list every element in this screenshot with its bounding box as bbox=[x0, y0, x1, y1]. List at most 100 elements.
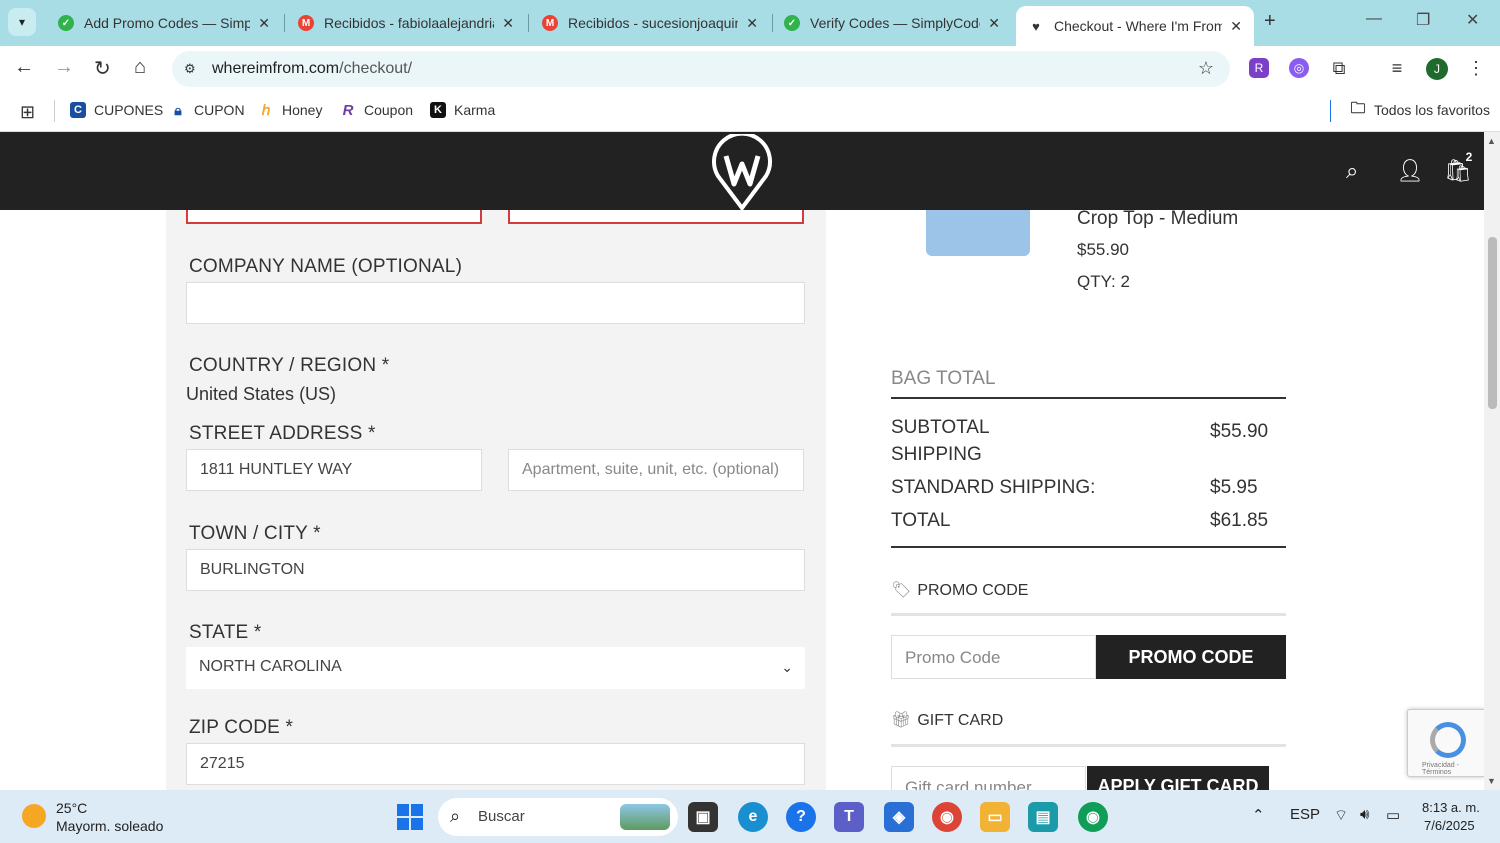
apply-promo-button[interactable]: PROMO CODE bbox=[1096, 635, 1286, 679]
url-domain: whereimfrom.com bbox=[212, 60, 340, 77]
volume-icon[interactable]: 🔊︎ bbox=[1360, 806, 1369, 823]
bookmark-label: Honey bbox=[282, 102, 323, 118]
scrollbar-thumb[interactable] bbox=[1488, 237, 1497, 409]
language-indicator[interactable]: ESP bbox=[1290, 806, 1320, 823]
bookmark-cupones[interactable]: C CUPONES bbox=[70, 102, 163, 118]
tab-verify-codes[interactable]: ✓ Verify Codes — SimplyCodes ✕ bbox=[772, 6, 1012, 40]
more-menu-icon[interactable]: ⋮ bbox=[1466, 58, 1486, 78]
security-app-icon[interactable]: ◈ bbox=[884, 802, 914, 832]
weather-description[interactable]: Mayorm. soleado bbox=[56, 818, 163, 834]
bookmark-karma[interactable]: K Karma bbox=[430, 102, 495, 118]
scroll-up-icon[interactable]: ▲ bbox=[1487, 136, 1496, 146]
total-label: TOTAL bbox=[891, 510, 951, 531]
tab-recibidos-sucesion[interactable]: M Recibidos - sucesionjoaquin ✕ bbox=[530, 6, 770, 40]
show-hidden-icons[interactable]: ⌃ bbox=[1252, 806, 1265, 824]
clock-time[interactable]: 8:13 a. m. bbox=[1422, 800, 1480, 815]
forward-icon[interactable]: → bbox=[54, 56, 74, 79]
help-icon[interactable]: ? bbox=[786, 802, 816, 832]
last-name-field[interactable] bbox=[508, 210, 804, 224]
extensions-puzzle-icon[interactable]: ⧉ bbox=[1329, 58, 1349, 78]
media-control-icon[interactable]: ≡ bbox=[1387, 58, 1407, 78]
browser-toolbar: ← → ↻ ⌂ ⚙ whereimfrom.com/checkout/ ☆ R … bbox=[0, 46, 1500, 92]
gift-icon: 🎁︎ bbox=[891, 712, 912, 729]
bookmark-honey[interactable]: ℎ Honey bbox=[258, 101, 323, 119]
street-label: STREET ADDRESS * bbox=[189, 423, 376, 444]
honey-icon: ℎ bbox=[261, 101, 271, 118]
account-icon[interactable]: 👤︎ bbox=[1396, 158, 1424, 184]
tab-separator bbox=[284, 14, 285, 32]
back-icon[interactable]: ← bbox=[14, 56, 34, 79]
extension-circle-icon[interactable]: ◎ bbox=[1289, 58, 1309, 78]
url-text[interactable]: whereimfrom.com/checkout/ bbox=[212, 60, 412, 78]
city-label: TOWN / CITY * bbox=[189, 523, 321, 544]
company-field[interactable] bbox=[186, 282, 805, 324]
state-label: STATE * bbox=[189, 622, 262, 643]
sun-icon[interactable] bbox=[22, 804, 46, 828]
wifi-icon[interactable]: ⌔ bbox=[1334, 806, 1348, 825]
apps-grid-icon[interactable]: ⊞ bbox=[20, 102, 35, 123]
tab-add-promo-codes[interactable]: ✓ Add Promo Codes — Simply ✕ bbox=[46, 6, 282, 40]
first-name-field[interactable] bbox=[186, 210, 482, 224]
chrome-profile-icon[interactable]: ◉ bbox=[1078, 802, 1108, 832]
tab-search-button[interactable]: ▾ bbox=[8, 8, 36, 36]
product-name[interactable]: Crop Top - Medium bbox=[1077, 208, 1238, 230]
search-icon[interactable]: ⌕ bbox=[1346, 158, 1358, 184]
search-label: Buscar bbox=[478, 808, 525, 825]
page-scrollbar[interactable]: ▲ ▼ bbox=[1484, 132, 1500, 790]
gift-heading: 🎁︎ GIFT CARD bbox=[891, 710, 1003, 730]
close-icon[interactable]: ✕ bbox=[258, 15, 270, 32]
close-icon[interactable]: ✕ bbox=[502, 15, 514, 32]
browser-tab-bar: ▾ ✓ Add Promo Codes — Simply ✕ M Recibid… bbox=[0, 0, 1500, 46]
profile-avatar[interactable]: J bbox=[1426, 58, 1448, 80]
tab-separator bbox=[528, 14, 529, 32]
whereimfrom-logo[interactable] bbox=[710, 134, 774, 212]
promo-code-input[interactable]: Promo Code bbox=[891, 635, 1096, 679]
temperature[interactable]: 25°C bbox=[56, 800, 87, 816]
taskbar-search[interactable]: ⌕ Buscar bbox=[438, 798, 678, 836]
site-info-icon[interactable]: ⚙ bbox=[184, 61, 196, 77]
bookmark-separator bbox=[1330, 100, 1331, 122]
edge-icon[interactable]: e bbox=[738, 802, 768, 832]
search-icon: ⌕ bbox=[450, 806, 461, 826]
product-image[interactable] bbox=[926, 210, 1030, 256]
close-icon[interactable]: ✕ bbox=[746, 15, 758, 32]
tab-title: Recibidos - sucesionjoaquin bbox=[568, 15, 739, 31]
folder-icon: 🗀 bbox=[1350, 99, 1366, 117]
bookmark-cupon[interactable]: 🔒︎ CUPON bbox=[170, 102, 244, 119]
minimize-icon[interactable]: — bbox=[1366, 10, 1382, 28]
recaptcha-badge[interactable]: Privacidad - Términos bbox=[1407, 709, 1484, 777]
city-field[interactable]: BURLINGTON bbox=[186, 549, 805, 591]
task-view-icon[interactable]: ▣ bbox=[688, 802, 718, 832]
remote-desktop-icon[interactable]: ▤ bbox=[1028, 802, 1058, 832]
all-favorites-folder[interactable]: 🗀 Todos los favoritos bbox=[1350, 99, 1489, 119]
clock-date[interactable]: 7/6/2025 bbox=[1424, 818, 1475, 833]
close-window-icon[interactable]: ✕ bbox=[1466, 10, 1479, 30]
close-icon[interactable]: ✕ bbox=[988, 15, 1000, 32]
home-icon[interactable]: ⌂ bbox=[134, 56, 146, 79]
address-bar[interactable]: ⚙ whereimfrom.com/checkout/ ☆ bbox=[172, 51, 1230, 87]
reload-icon[interactable]: ↻ bbox=[94, 56, 111, 81]
close-icon[interactable]: ✕ bbox=[1230, 18, 1242, 35]
gift-card-input[interactable]: Gift card number bbox=[891, 766, 1086, 790]
street-address-field[interactable]: 1811 HUNTLEY WAY bbox=[186, 449, 482, 491]
zip-field[interactable]: 27215 bbox=[186, 743, 805, 785]
tab-recibidos-fabiola[interactable]: M Recibidos - fabiolaalejandria ✕ bbox=[286, 6, 526, 40]
file-explorer-icon[interactable]: ▭ bbox=[980, 802, 1010, 832]
bookmarks-bar: ⊞ C CUPONES 🔒︎ CUPON ℎ Honey R Coupon K … bbox=[0, 92, 1500, 132]
coupon-extension-icon[interactable]: R bbox=[1249, 58, 1269, 78]
state-select[interactable]: NORTH CAROLINA ⌄ bbox=[186, 647, 805, 689]
apply-gift-card-button[interactable]: APPLY GIFT CARD bbox=[1087, 766, 1269, 790]
teams-icon[interactable]: T bbox=[834, 802, 864, 832]
start-button[interactable] bbox=[397, 804, 423, 830]
scroll-down-icon[interactable]: ▼ bbox=[1487, 776, 1496, 786]
apartment-field[interactable]: Apartment, suite, unit, etc. (optional) bbox=[508, 449, 804, 491]
recaptcha-text[interactable]: Privacidad - Términos bbox=[1422, 762, 1484, 776]
bookmark-coupon[interactable]: R Coupon bbox=[340, 102, 413, 119]
new-tab-button[interactable]: + bbox=[1264, 10, 1276, 33]
restore-icon[interactable]: ❐ bbox=[1416, 10, 1430, 30]
bookmark-star-icon[interactable]: ☆ bbox=[1198, 58, 1214, 79]
chrome-icon[interactable]: ◉ bbox=[932, 802, 962, 832]
tab-checkout[interactable]: ♥ Checkout - Where I'm From ✕ bbox=[1016, 6, 1254, 46]
bag-total-heading: BAG TOTAL bbox=[891, 368, 996, 389]
battery-icon[interactable]: ▭ bbox=[1386, 806, 1400, 824]
